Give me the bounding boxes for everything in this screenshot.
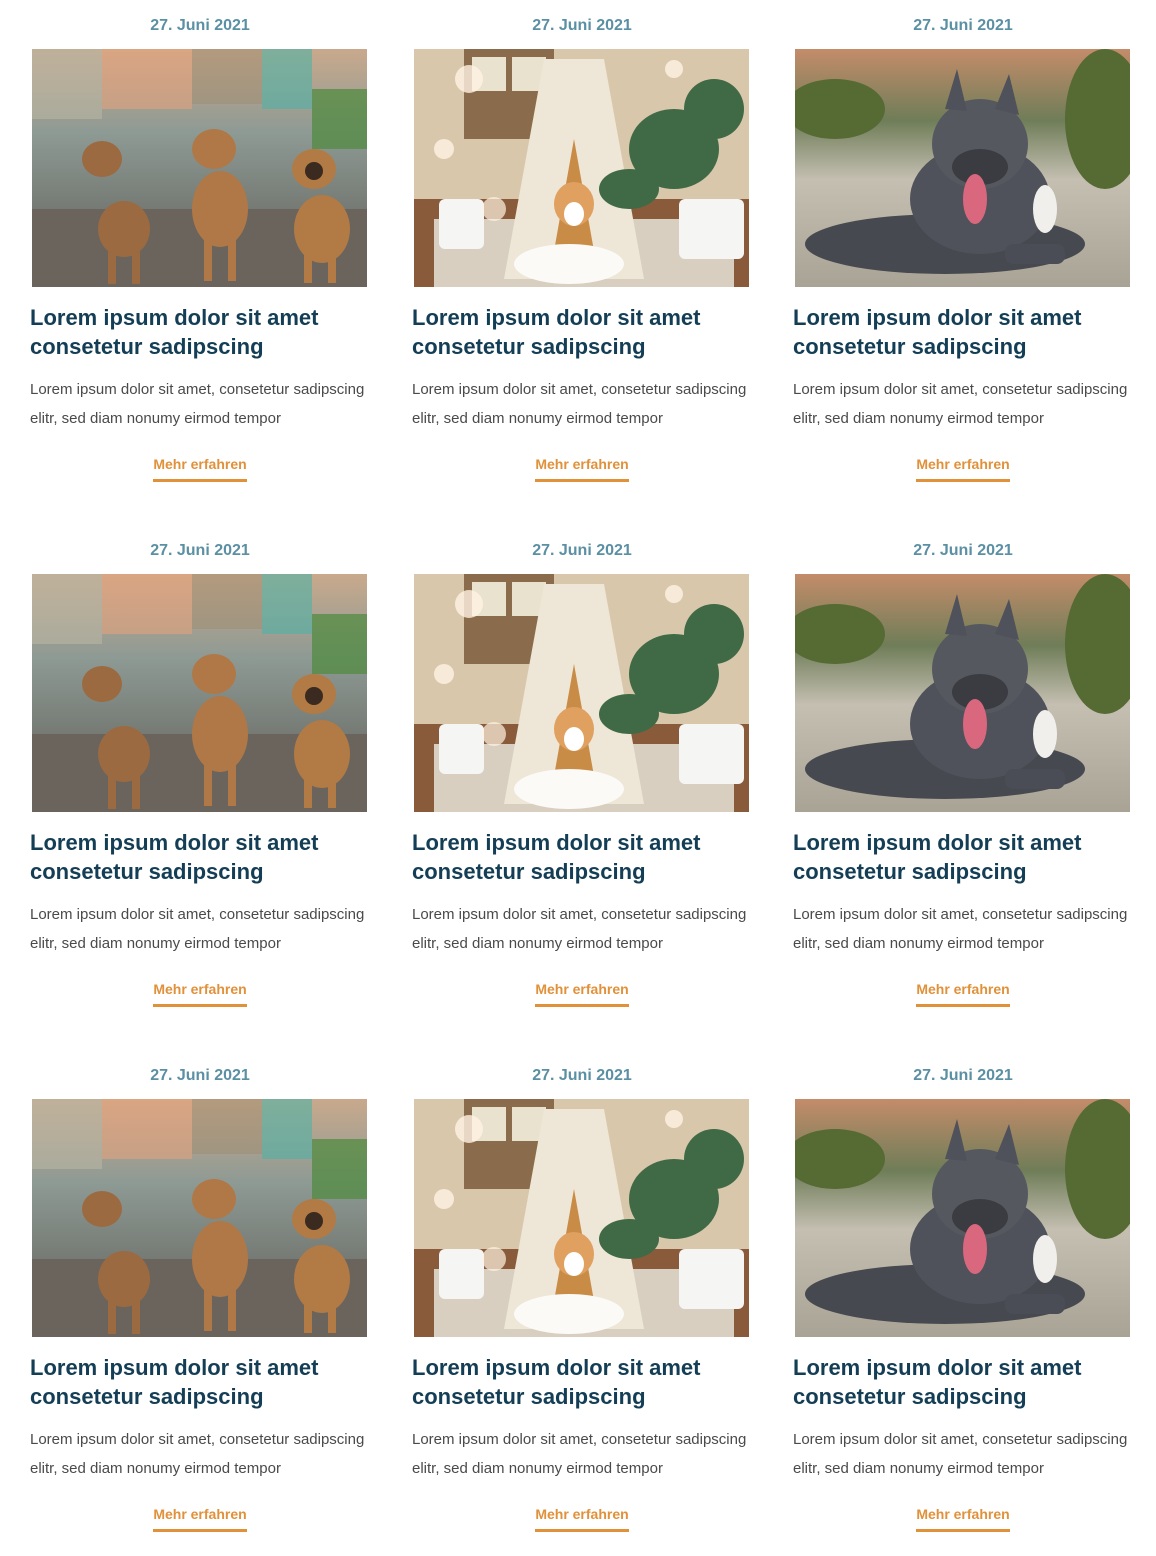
post-date: 27. Juni 2021 bbox=[532, 542, 632, 559]
post-title[interactable]: Lorem ipsum dolor sit amet cons­etetur s… bbox=[793, 1353, 1138, 1411]
post-excerpt: Lorem ipsum dolor sit amet, consetetur s… bbox=[30, 906, 365, 952]
read-more-wrapper: Mehr erfahren bbox=[30, 454, 370, 482]
post-date: 27. Juni 2021 bbox=[150, 17, 250, 34]
blog-post-card: 27. Juni 2021 Lorem ipsum dolor sit amet… bbox=[793, 1050, 1133, 1550]
grey-pitbull-photo[interactable] bbox=[795, 49, 1130, 287]
read-more-link[interactable]: Mehr erfahren bbox=[916, 979, 1010, 1007]
read-more-link[interactable]: Mehr erfahren bbox=[153, 1504, 247, 1532]
read-more-link[interactable]: Mehr erfahren bbox=[153, 454, 247, 482]
read-more-wrapper: Mehr erfahren bbox=[412, 454, 752, 482]
post-title[interactable]: Lorem ipsum dolor sit amet cons­etetur s… bbox=[793, 828, 1138, 886]
blog-post-card: 27. Juni 2021 Lorem ipsum dolor sit amet… bbox=[793, 525, 1133, 1025]
post-excerpt: Lorem ipsum dolor sit amet, consetetur s… bbox=[412, 1431, 747, 1477]
read-more-wrapper: Mehr erfahren bbox=[412, 1504, 752, 1532]
grey-pitbull-photo[interactable] bbox=[795, 1099, 1130, 1337]
post-excerpt: Lorem ipsum dolor sit amet, consetetur s… bbox=[793, 1431, 1128, 1477]
post-title[interactable]: Lorem ipsum dolor sit amet cons­etetur s… bbox=[793, 303, 1138, 361]
post-excerpt: Lorem ipsum dolor sit amet, consetetur s… bbox=[30, 1431, 365, 1477]
post-excerpt: Lorem ipsum dolor sit amet, consetetur s… bbox=[412, 381, 747, 427]
grey-pitbull-photo[interactable] bbox=[795, 574, 1130, 812]
three-puppies-photo[interactable] bbox=[32, 1099, 367, 1337]
post-date: 27. Juni 2021 bbox=[913, 17, 1013, 34]
read-more-link[interactable]: Mehr erfahren bbox=[535, 454, 629, 482]
post-excerpt: Lorem ipsum dolor sit amet, consetetur s… bbox=[412, 906, 747, 952]
read-more-wrapper: Mehr erfahren bbox=[412, 979, 752, 1007]
read-more-link[interactable]: Mehr erfahren bbox=[916, 454, 1010, 482]
post-date: 27. Juni 2021 bbox=[913, 542, 1013, 559]
post-title[interactable]: Lorem ipsum dolor sit amet cons­etetur s… bbox=[30, 303, 375, 361]
post-title[interactable]: Lorem ipsum dolor sit amet cons­etetur s… bbox=[30, 1353, 375, 1411]
post-excerpt: Lorem ipsum dolor sit amet, consetetur s… bbox=[793, 381, 1128, 427]
post-date: 27. Juni 2021 bbox=[532, 1067, 632, 1084]
blog-post-card: 27. Juni 2021 Lorem ipsum dolor sit amet… bbox=[793, 0, 1133, 500]
three-puppies-photo[interactable] bbox=[32, 49, 367, 287]
post-title[interactable]: Lorem ipsum dolor sit amet cons­etetur s… bbox=[412, 1353, 757, 1411]
blog-post-grid: 27. Juni 2021 Lorem ipsum dolor sit amet… bbox=[0, 0, 1156, 1556]
read-more-wrapper: Mehr erfahren bbox=[793, 454, 1133, 482]
read-more-wrapper: Mehr erfahren bbox=[30, 979, 370, 1007]
post-title[interactable]: Lorem ipsum dolor sit amet cons­etetur s… bbox=[30, 828, 375, 886]
post-date: 27. Juni 2021 bbox=[532, 17, 632, 34]
read-more-wrapper: Mehr erfahren bbox=[30, 1504, 370, 1532]
blog-post-card: 27. Juni 2021 Lorem ipsum dolor sit amet… bbox=[30, 525, 370, 1025]
blog-post-card: 27. Juni 2021 Lorem ipsum dolor sit amet… bbox=[30, 0, 370, 500]
three-puppies-photo[interactable] bbox=[32, 574, 367, 812]
corgi-teepee-photo[interactable] bbox=[414, 1099, 749, 1337]
post-date: 27. Juni 2021 bbox=[150, 542, 250, 559]
read-more-wrapper: Mehr erfahren bbox=[793, 1504, 1133, 1532]
post-title[interactable]: Lorem ipsum dolor sit amet cons­etetur s… bbox=[412, 303, 757, 361]
blog-post-card: 27. Juni 2021 Lorem ipsum dolor sit amet… bbox=[412, 1050, 752, 1550]
read-more-link[interactable]: Mehr erfahren bbox=[535, 979, 629, 1007]
post-date: 27. Juni 2021 bbox=[913, 1067, 1013, 1084]
post-excerpt: Lorem ipsum dolor sit amet, consetetur s… bbox=[793, 906, 1128, 952]
post-excerpt: Lorem ipsum dolor sit amet, consetetur s… bbox=[30, 381, 365, 427]
post-title[interactable]: Lorem ipsum dolor sit amet cons­etetur s… bbox=[412, 828, 757, 886]
corgi-teepee-photo[interactable] bbox=[414, 574, 749, 812]
read-more-link[interactable]: Mehr erfahren bbox=[535, 1504, 629, 1532]
blog-post-card: 27. Juni 2021 Lorem ipsum dolor sit amet… bbox=[30, 1050, 370, 1550]
blog-post-card: 27. Juni 2021 Lorem ipsum dolor sit amet… bbox=[412, 525, 752, 1025]
read-more-wrapper: Mehr erfahren bbox=[793, 979, 1133, 1007]
read-more-link[interactable]: Mehr erfahren bbox=[153, 979, 247, 1007]
blog-post-card: 27. Juni 2021 Lorem ipsum dolor sit amet… bbox=[412, 0, 752, 500]
corgi-teepee-photo[interactable] bbox=[414, 49, 749, 287]
read-more-link[interactable]: Mehr erfahren bbox=[916, 1504, 1010, 1532]
post-date: 27. Juni 2021 bbox=[150, 1067, 250, 1084]
